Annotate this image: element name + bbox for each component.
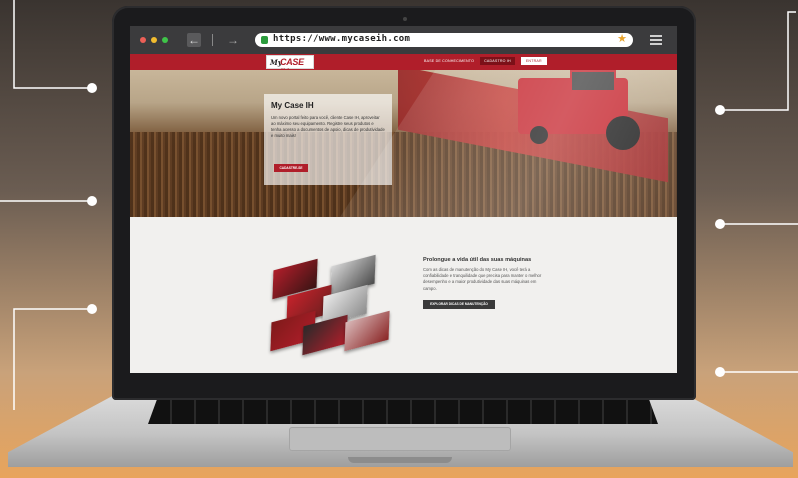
maintenance-description: Com as dicas de manutenção do My Case IH…: [423, 267, 542, 291]
site-navbar: My CASE IH BASE DE CONHECIMENTO CADASTRO…: [130, 54, 677, 77]
hero-card: My Case IH Um novo portal feito para voc…: [264, 94, 392, 185]
laptop-notch: [348, 457, 452, 463]
laptop-trackpad: [289, 427, 511, 451]
hamburger-icon[interactable]: [650, 35, 662, 45]
hero-description: Um novo portal feito para você, cliente …: [271, 115, 385, 138]
case-ih-logo[interactable]: My CASE IH: [266, 55, 314, 77]
close-window-button[interactable]: [140, 37, 146, 43]
maximize-window-button[interactable]: [162, 37, 168, 43]
hero-banner: My Case IH Um novo portal feito para voc…: [130, 70, 677, 217]
lock-icon: [261, 36, 268, 44]
arrow-right-icon[interactable]: →: [226, 33, 240, 47]
nav-link-login[interactable]: ENTRAR: [520, 57, 547, 65]
nav-link-knowledge-base[interactable]: BASE DE CONHECIMENTO: [424, 59, 474, 63]
browser-toolbar: ← → https://www.mycaseih.com ★: [130, 26, 677, 54]
laptop-keyboard: [148, 396, 658, 424]
nav-links: BASE DE CONHECIMENTO CADASTRO IH ENTRAR: [424, 57, 547, 65]
arrow-left-icon[interactable]: ←: [187, 33, 201, 47]
explore-maintenance-button[interactable]: EXPLORAR DICAS DE MANUTENÇÃO: [423, 299, 495, 309]
maintenance-photo-collage: [268, 254, 398, 356]
laptop-camera: [403, 17, 407, 21]
address-bar[interactable]: https://www.mycaseih.com ★: [255, 33, 633, 47]
signup-button[interactable]: CADASTRE-SE: [274, 164, 308, 172]
maintenance-section: Prolongue a vida útil das suas máquinas …: [423, 257, 548, 309]
star-icon[interactable]: ★: [617, 32, 627, 45]
toolbar-divider: [212, 34, 213, 46]
laptop-screen: ← → https://www.mycaseih.com ★ My CASE I…: [130, 26, 677, 373]
url-text: https://www.mycaseih.com: [273, 34, 411, 44]
nav-link-register[interactable]: CADASTRO IH: [480, 57, 515, 65]
minimize-window-button[interactable]: [151, 37, 157, 43]
hero-title: My Case IH: [271, 101, 314, 110]
maintenance-title: Prolongue a vida útil das suas máquinas: [423, 257, 532, 263]
